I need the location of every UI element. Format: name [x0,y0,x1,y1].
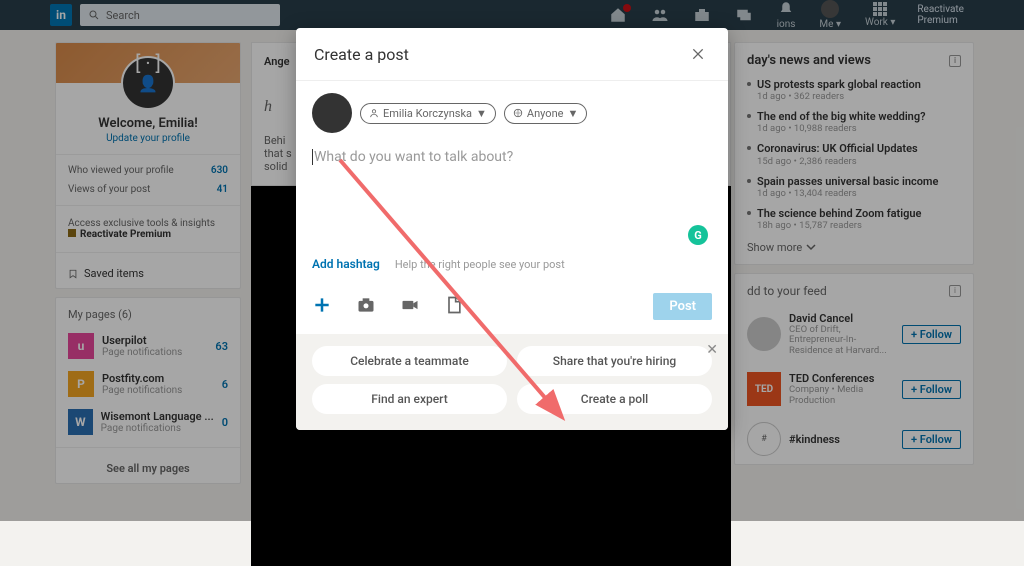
globe-icon [513,108,523,118]
person-icon [369,108,379,118]
video-icon [400,295,420,315]
visibility-selector[interactable]: Anyone ▼ [504,103,587,124]
suggestion-expert[interactable]: Find an expert [312,384,507,414]
camera-icon [356,295,376,315]
suggestion-hiring[interactable]: Share that you're hiring [517,346,712,376]
suggestion-poll[interactable]: Create a poll [517,384,712,414]
suggestion-celebrate[interactable]: Celebrate a teammate [312,346,507,376]
author-selector[interactable]: Emilia Korczynska ▼ [360,103,496,124]
post-suggestions: ✕ Celebrate a teammate Share that you're… [296,334,728,430]
close-button[interactable] [686,42,710,66]
add-button[interactable] [312,295,332,319]
post-button[interactable]: Post [653,293,712,320]
plus-icon [312,295,332,315]
document-button[interactable] [444,295,464,319]
create-post-modal: Create a post Emilia Korczynska ▼ Anyone… [296,28,728,430]
photo-button[interactable] [356,295,376,319]
close-icon [690,46,706,62]
add-hashtag-button[interactable]: Add hashtag [312,257,380,271]
hashtag-help-text: Help the right people see your post [395,258,565,271]
close-suggestions-button[interactable]: ✕ [706,342,718,358]
post-textarea[interactable]: What do you want to talk about? G [312,149,712,249]
chevron-down-icon: ▼ [476,107,487,120]
avatar [312,93,352,133]
modal-title: Create a post [314,45,409,64]
chevron-down-icon: ▼ [567,107,578,120]
video-button[interactable] [400,295,420,319]
document-icon [444,295,464,315]
grammarly-icon[interactable]: G [688,225,708,245]
